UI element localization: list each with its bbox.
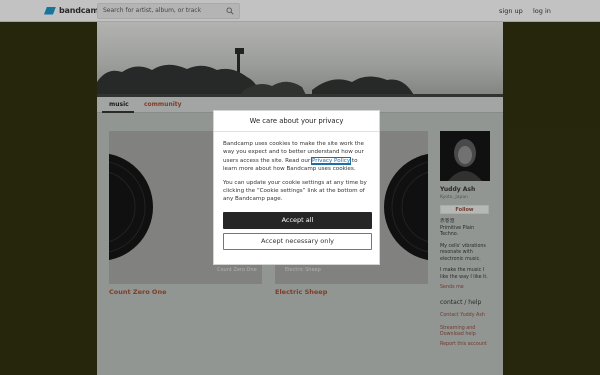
accept-necessary-button[interactable]: Accept necessary only [223,232,372,250]
cookie-consent-dialog: We care about your privacy Bandcamp uses… [213,110,380,265]
dialog-body: Bandcamp uses cookies to make the site w… [214,132,379,250]
cookie-settings-text: You can update your cookie settings at a… [223,179,367,203]
dialog-title: We care about your privacy [214,111,379,132]
privacy-policy-link[interactable]: Privacy Policy [311,156,352,165]
cookie-info-text: Bandcamp uses cookies to make the site w… [223,140,370,174]
accept-all-button[interactable]: Accept all [223,211,372,229]
